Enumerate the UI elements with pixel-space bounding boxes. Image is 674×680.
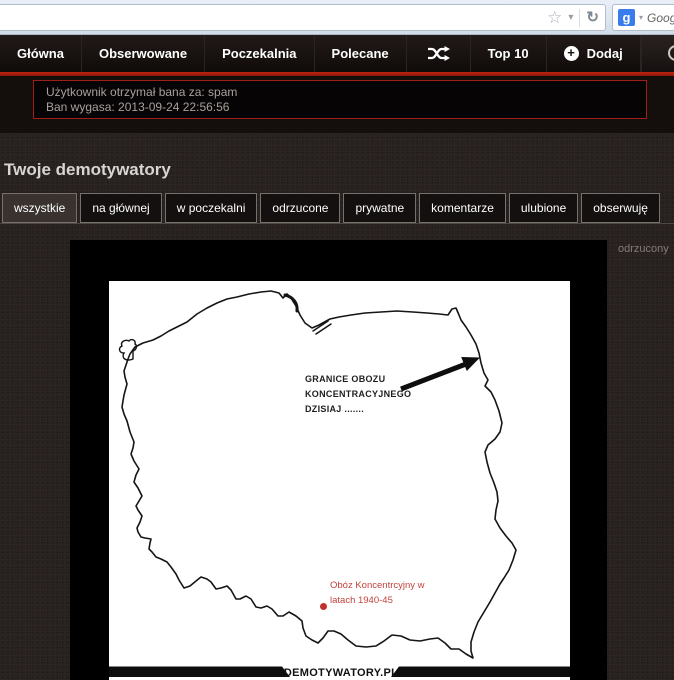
nav-item-polecane[interactable]: Polecane bbox=[315, 35, 407, 72]
tabs-underline bbox=[0, 223, 674, 224]
nav-search-zone bbox=[641, 35, 674, 72]
search-engine-dropdown-icon[interactable]: ▾ bbox=[639, 13, 643, 22]
nav-item-poczekalnia[interactable]: Poczekalnia bbox=[205, 35, 314, 72]
nav-item-obserwowane[interactable]: Obserwowane bbox=[82, 35, 205, 72]
nav-item-top10[interactable]: Top 10 bbox=[471, 35, 547, 72]
watermark-text: DEMOTYWATORY.PL bbox=[284, 667, 398, 679]
tab-komentarze[interactable]: komentarze bbox=[419, 193, 506, 223]
screen: ☆ ▾ ↻ g ▾ Google Główna Obserwowane Pocz… bbox=[0, 0, 674, 680]
filter-tabs: wszystkie na głównej w poczekalni odrzuc… bbox=[2, 193, 660, 223]
reload-icon[interactable]: ↻ bbox=[586, 10, 599, 25]
url-bar-divider bbox=[579, 9, 580, 27]
ban-reason-text: Użytkownik otrzymał bana za: spam bbox=[46, 85, 634, 100]
plus-circle-icon: + bbox=[564, 46, 579, 61]
bookmark-star-icon[interactable]: ☆ bbox=[547, 9, 562, 26]
google-icon[interactable]: g bbox=[618, 9, 635, 26]
poland-outline bbox=[122, 291, 516, 658]
browser-search-field[interactable]: g ▾ Google bbox=[612, 4, 674, 31]
arrow-icon bbox=[401, 364, 466, 389]
map-caption-line3: DZISIAJ ....... bbox=[305, 404, 364, 414]
demotivator-image[interactable]: GRANICE OBOZU KONCENTRACYJNEGO DZISIAJ .… bbox=[109, 281, 570, 680]
nav-search-icon[interactable] bbox=[668, 45, 674, 61]
browser-toolbar: ☆ ▾ ↻ g ▾ Google bbox=[0, 0, 674, 35]
tab-w-poczekalni[interactable]: w poczekalni bbox=[165, 193, 258, 223]
watermark-bar-left bbox=[109, 667, 290, 678]
nav-item-dodaj-label: Dodaj bbox=[587, 46, 623, 61]
url-bar[interactable]: ☆ ▾ ↻ bbox=[0, 4, 606, 31]
history-dropdown-icon[interactable]: ▾ bbox=[568, 13, 573, 23]
arrow-head bbox=[461, 357, 480, 371]
ban-expiry-text: Ban wygasa: 2013-09-24 22:56:56 bbox=[46, 100, 634, 115]
status-badge: odrzucony bbox=[618, 243, 669, 255]
map-hel-hook bbox=[285, 295, 297, 311]
site-nav: Główna Obserwowane Poczekalnia Polecane … bbox=[0, 35, 674, 72]
tab-obserwuje[interactable]: obserwuję bbox=[581, 193, 660, 223]
nav-item-shuffle[interactable] bbox=[407, 35, 471, 72]
post-panel: GRANICE OBOZU KONCENTRACYJNEGO DZISIAJ .… bbox=[70, 240, 607, 680]
nav-item-glowna[interactable]: Główna bbox=[0, 35, 82, 72]
tab-na-glownej[interactable]: na głównej bbox=[80, 193, 161, 223]
shuffle-icon bbox=[427, 46, 450, 61]
tab-odrzucone[interactable]: odrzucone bbox=[260, 193, 340, 223]
watermark-bar-right bbox=[391, 667, 570, 678]
camp-location-dot bbox=[320, 603, 327, 610]
map-caption-line2: KONCENTRACYJNEGO bbox=[305, 389, 411, 399]
tab-wszystkie[interactable]: wszystkie bbox=[2, 193, 77, 223]
ban-notice: Użytkownik otrzymał bana za: spam Ban wy… bbox=[33, 80, 647, 119]
nav-item-dodaj[interactable]: + Dodaj bbox=[547, 35, 641, 72]
map-caption-line1: GRANICE OBOZU bbox=[305, 374, 385, 384]
search-engine-label: Google bbox=[647, 11, 674, 25]
tab-ulubione[interactable]: ulubione bbox=[509, 193, 578, 223]
poland-map: GRANICE OBOZU KONCENTRACYJNEGO DZISIAJ .… bbox=[109, 281, 570, 680]
map-red-caption-line2: latach 1940-45 bbox=[330, 595, 393, 606]
tab-prywatne[interactable]: prywatne bbox=[343, 193, 416, 223]
page-title: Twoje demotywatory bbox=[4, 160, 171, 180]
map-red-caption-line1: Obóz Koncentrcyjny w bbox=[330, 580, 425, 591]
